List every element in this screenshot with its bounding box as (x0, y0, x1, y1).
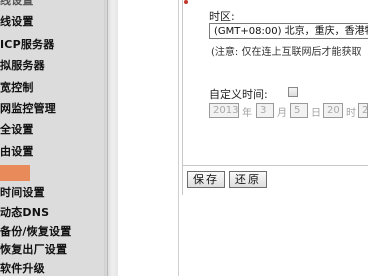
sidebar-item-security-settings[interactable]: 全设置 (0, 120, 104, 140)
sidebar-item-label: 线设置 (0, 0, 34, 7)
sidebar-item-firmware-upgrade[interactable]: 软件升级 (0, 259, 104, 279)
sidebar-item-routing-settings[interactable]: 由设置 (0, 142, 104, 162)
day-unit: 日 (311, 108, 321, 119)
sidebar-item-label: 网监控管理 (0, 102, 56, 115)
sidebar-item-system-tools-active[interactable] (0, 165, 30, 181)
custom-time-label: 自定义时间: (209, 88, 268, 101)
timezone-select[interactable]: (GMT+08:00) 北京，重庆，香港特 (209, 23, 368, 39)
sidebar-item-label: 动态DNS (0, 206, 50, 219)
sidebar-item-time-settings[interactable]: 时间设置 (0, 183, 104, 203)
main-content (104, 0, 368, 276)
minute-input[interactable]: 2 (358, 103, 368, 118)
sidebar-item-label: 恢复出厂设置 (0, 243, 68, 256)
timezone-label: 时区: (209, 10, 235, 23)
sidebar-item-label: 线设置 (0, 15, 34, 28)
hour-unit: 时 (346, 108, 356, 119)
timezone-value: (GMT+08:00) 北京，重庆，香港特 (214, 26, 368, 37)
sidebar-item-label: 由设置 (0, 145, 34, 158)
sidebar-item-backup-restore[interactable]: 备份/恢复设置 (0, 222, 104, 242)
frame-divider (104, 0, 118, 276)
sidebar: 线设置 线设置 ICP服务器 拟服务器 宽控制 网监控管理 全设置 由设置 时间… (0, 0, 104, 276)
save-button[interactable]: 保存 (187, 171, 225, 188)
timezone-note: (注意: 仅在连上互联网后才能获取 (211, 47, 362, 58)
sidebar-item-label: 宽控制 (0, 81, 34, 94)
custom-time-checkbox[interactable] (288, 87, 298, 97)
sidebar-item-label: 全设置 (0, 123, 34, 136)
year-input[interactable]: 2013 (209, 103, 239, 118)
year-unit: 年 (242, 108, 252, 119)
sidebar-item-virtual-server[interactable]: 拟服务器 (0, 56, 104, 76)
sidebar-item-label: 拟服务器 (0, 59, 45, 72)
sidebar-item-bandwidth-control[interactable]: 宽控制 (0, 78, 104, 98)
content-border (178, 0, 179, 276)
day-input[interactable]: 5 (290, 103, 308, 118)
divider (182, 165, 368, 166)
sidebar-item-label: ICP服务器 (0, 38, 55, 51)
sidebar-item-wireless-settings[interactable]: 线设置 (0, 12, 104, 32)
hour-input[interactable]: 20 (323, 103, 343, 118)
sidebar-item-label: 时间设置 (0, 186, 45, 199)
month-input[interactable]: 3 (256, 103, 274, 118)
restore-button[interactable]: 还原 (229, 171, 267, 188)
sidebar-item-cut-off[interactable]: 线设置 (0, 0, 104, 11)
sidebar-item-label: 备份/恢复设置 (0, 225, 72, 238)
sidebar-item-network-monitor[interactable]: 网监控管理 (0, 99, 104, 119)
month-unit: 月 (277, 108, 287, 119)
red-dot-icon (184, 0, 188, 4)
sidebar-item-dhcp-server[interactable]: ICP服务器 (0, 35, 104, 55)
sidebar-item-ddns[interactable]: 动态DNS (0, 203, 104, 223)
sidebar-item-label: 软件升级 (0, 262, 45, 275)
sidebar-item-factory-reset[interactable]: 恢复出厂设置 (0, 240, 104, 260)
